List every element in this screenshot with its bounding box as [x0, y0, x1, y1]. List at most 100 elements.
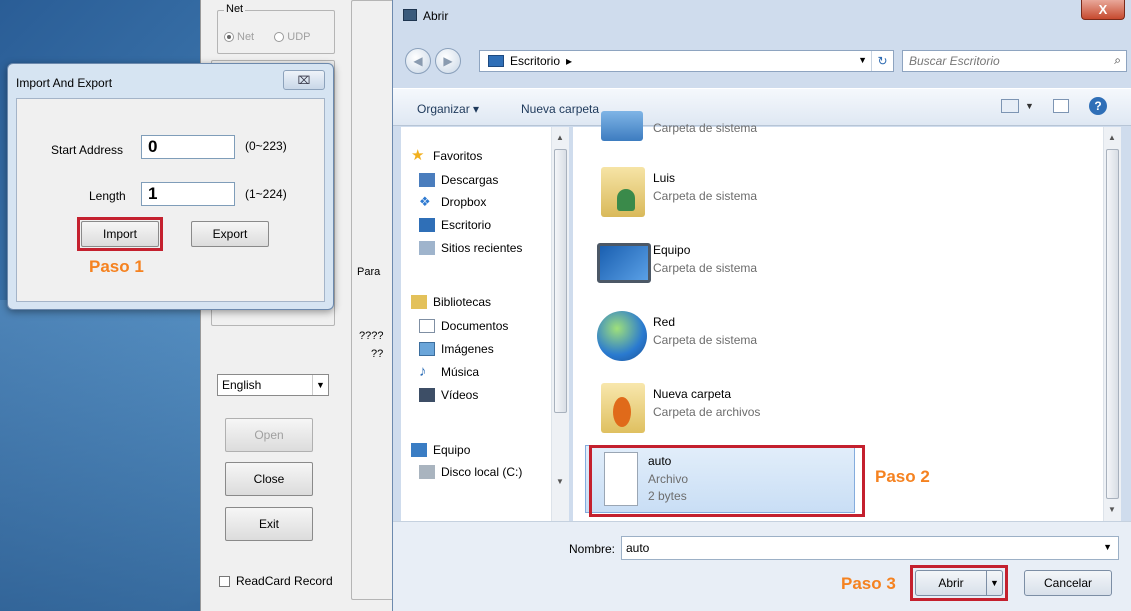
file-item-nueva-carpeta[interactable]: Nueva carpeta Carpeta de archivos [591, 379, 891, 443]
file-item-equipo[interactable]: Equipo Carpeta de sistema [591, 235, 891, 299]
file-item-red[interactable]: Red Carpeta de sistema [591, 307, 891, 371]
dialog-title: Abrir [423, 9, 449, 23]
videos-icon [419, 388, 435, 402]
dropbox-icon: ❖ [419, 194, 431, 209]
computer-icon [597, 243, 651, 283]
chevron-down-icon: ▼ [312, 375, 328, 395]
cancel-button[interactable]: Cancelar [1024, 570, 1112, 596]
file-name: Luis [653, 171, 676, 185]
dialog-footer: Nombre: auto ▼ Paso 3 Abrir ▼ Cancelar [393, 521, 1131, 611]
chevron-down-icon[interactable]: ▼ [858, 55, 867, 65]
files-scrollbar[interactable]: ▲ ▼ [1103, 127, 1121, 521]
scroll-thumb[interactable] [554, 149, 567, 413]
open-button[interactable]: Open [225, 418, 313, 452]
forward-icon[interactable]: ▶ [435, 48, 461, 74]
images-icon [419, 342, 435, 356]
scroll-thumb[interactable] [1106, 149, 1119, 499]
dialog-title: Import And Export [16, 76, 113, 90]
nav-label: Bibliotecas [433, 295, 492, 309]
desktop-icon [419, 218, 435, 232]
close-button[interactable]: X [1081, 0, 1125, 20]
navigation-pane: ★ Favoritos Descargas ❖ Dropbox Escritorio… [401, 127, 569, 521]
nav-musica[interactable]: ♪ Música [419, 363, 479, 381]
search-input[interactable]: Buscar Escritorio ⌕ [902, 50, 1127, 72]
preview-pane-icon[interactable] [1053, 99, 1069, 113]
nav-label: Dropbox [441, 195, 487, 209]
length-input[interactable]: 1 [141, 182, 235, 206]
step3-highlight [910, 565, 1008, 601]
step1-highlight [77, 217, 163, 251]
folder-system-icon [601, 111, 643, 141]
radio-net-label: Net [237, 31, 255, 43]
star-icon: ★ [411, 147, 425, 164]
organize-menu[interactable]: Organizar ▾ [417, 102, 479, 116]
file-list: Carpeta de sistema Luis Carpeta de siste… [573, 111, 1121, 521]
back-icon[interactable]: ◀ [405, 48, 431, 74]
nav-label: Documentos [441, 319, 509, 333]
search-placeholder: Buscar Escritorio [909, 54, 1000, 68]
chevron-down-icon[interactable]: ▼ [1025, 101, 1034, 111]
nav-imagenes[interactable]: Imágenes [419, 340, 494, 358]
nav-documentos[interactable]: Documentos [419, 317, 508, 335]
readcard-record-option[interactable]: ReadCard Record [219, 574, 333, 588]
new-folder-button[interactable]: Nueva carpeta [521, 102, 599, 116]
library-icon [411, 295, 427, 309]
readcard-checkbox[interactable] [219, 576, 230, 588]
export-button[interactable]: Export [191, 221, 269, 247]
nav-dropbox[interactable]: ❖ Dropbox [419, 193, 486, 211]
radio-udp[interactable] [274, 32, 285, 43]
dialog-body: Start Address 0 (0~223) Length 1 (1~224)… [16, 98, 325, 302]
nav-label: Favoritos [433, 149, 483, 163]
chevron-down-icon[interactable]: ▼ [1103, 542, 1112, 552]
step1-annotation: Paso 1 [89, 257, 144, 276]
close-button[interactable]: Close [225, 462, 313, 496]
nav-sitios-recientes[interactable]: Sitios recientes [419, 239, 522, 257]
nav-bibliotecas[interactable]: Bibliotecas [411, 293, 491, 311]
file-name: Nueva carpeta [653, 387, 732, 401]
file-type: Carpeta de sistema [653, 333, 758, 347]
search-icon[interactable]: ⌕ [1114, 53, 1121, 68]
nav-scrollbar[interactable]: ▲ ▼ [551, 127, 569, 521]
nav-favoritos[interactable]: ★ Favoritos [411, 147, 482, 165]
filename-label: Nombre: [569, 542, 616, 556]
nav-label: Escritorio [441, 218, 492, 232]
exit-button[interactable]: Exit [225, 507, 313, 541]
language-value: English [222, 378, 262, 392]
address-separator: ▸ [566, 54, 573, 68]
language-select[interactable]: English ▼ [217, 374, 329, 396]
network-icon [597, 311, 647, 361]
file-type: Carpeta de sistema [653, 189, 758, 203]
file-name: Red [653, 315, 676, 329]
nav-disco-local[interactable]: Disco local (C:) [419, 463, 522, 481]
refresh-icon[interactable]: ↻ [871, 51, 893, 71]
scroll-up-icon[interactable]: ▲ [1108, 133, 1116, 142]
start-address-range: (0~223) [245, 139, 287, 153]
nav-equipo[interactable]: Equipo [411, 441, 470, 459]
app-icon [403, 9, 417, 21]
address-text: Escritorio [510, 54, 561, 68]
nav-escritorio[interactable]: Escritorio [419, 216, 491, 234]
start-address-input[interactable]: 0 [141, 135, 235, 159]
start-address-label: Start Address [51, 143, 124, 157]
scroll-up-icon[interactable]: ▲ [556, 133, 564, 142]
computer-icon [411, 443, 427, 457]
radio-net[interactable] [224, 32, 234, 43]
downloads-icon [419, 173, 435, 187]
radio-udp-label: UDP [287, 31, 311, 43]
file-name: Equipo [653, 243, 691, 257]
help-icon[interactable]: ? [1089, 97, 1107, 115]
filename-input[interactable]: auto ▼ [621, 536, 1119, 560]
nav-videos[interactable]: Vídeos [419, 386, 478, 404]
view-options-icon[interactable] [1001, 99, 1019, 113]
file-item-luis[interactable]: Luis Carpeta de sistema [591, 163, 891, 227]
close-button[interactable]: ⌧ [283, 70, 325, 90]
nav-descargas[interactable]: Descargas [419, 171, 498, 189]
address-bar[interactable]: Escritorio ▸ ▼ ↻ [479, 50, 894, 72]
filename-value: auto [626, 541, 650, 555]
nav-label: Imágenes [441, 342, 494, 356]
scroll-down-icon[interactable]: ▼ [1108, 505, 1116, 514]
scroll-down-icon[interactable]: ▼ [556, 477, 564, 486]
user-icon [617, 189, 635, 211]
length-range: (1~224) [245, 187, 287, 201]
nav-label: Sitios recientes [441, 241, 523, 255]
